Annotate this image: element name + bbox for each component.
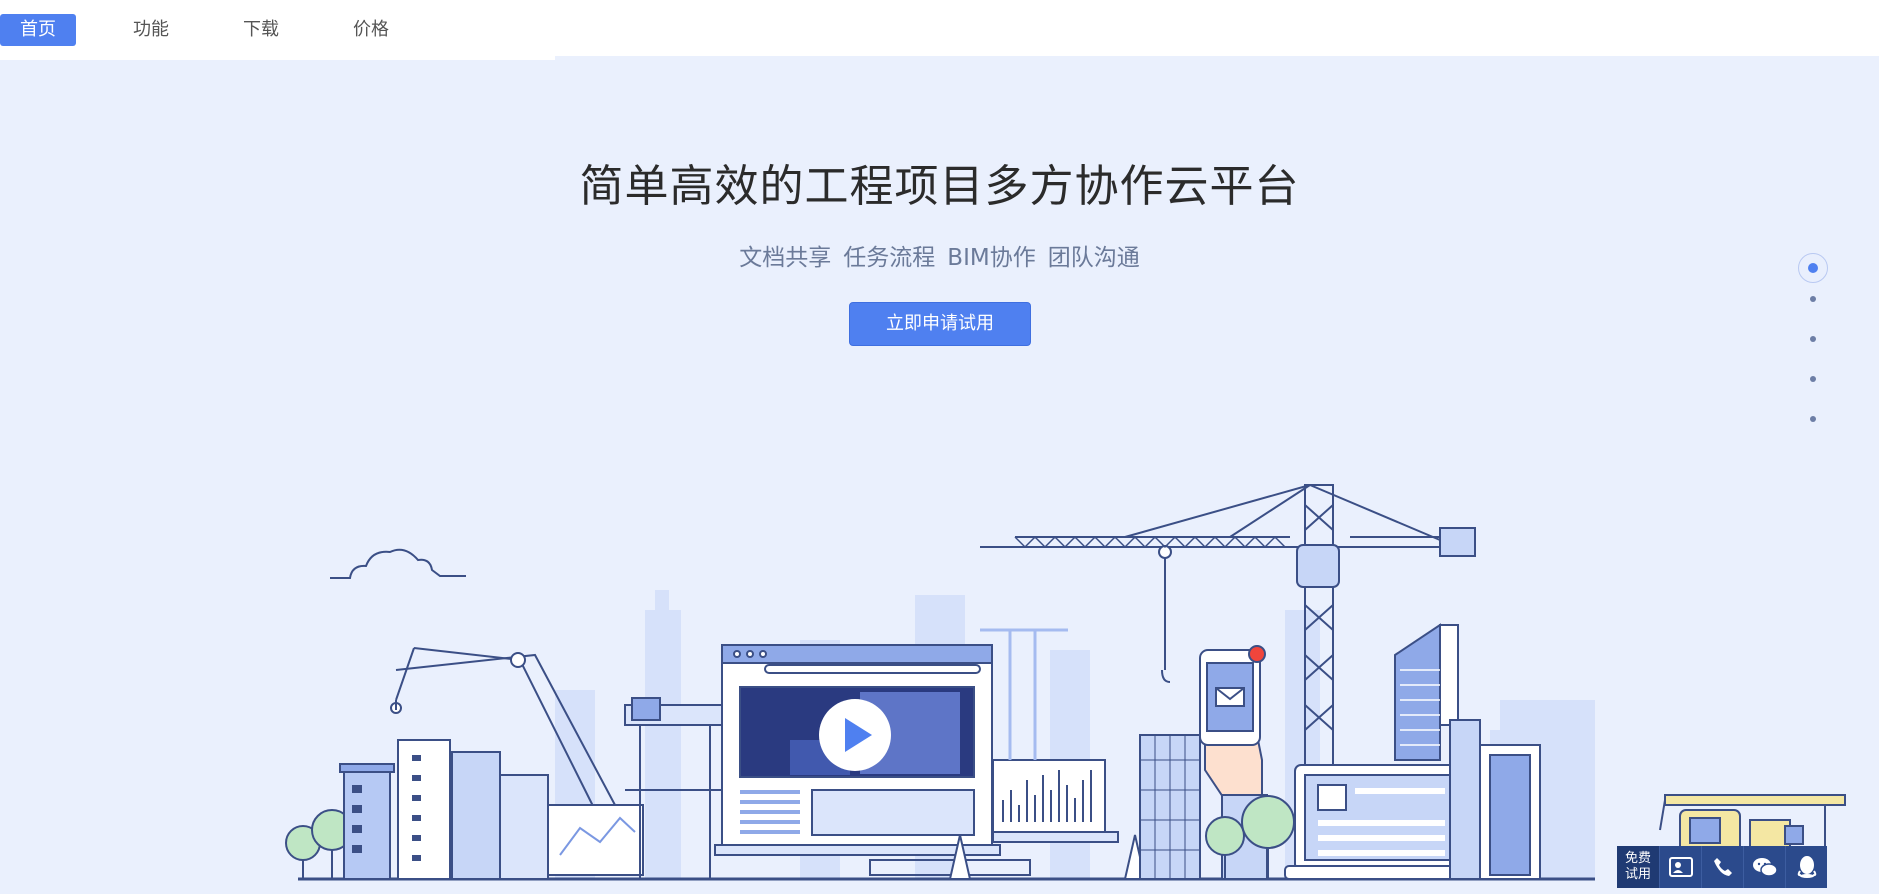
construction-illustration (285, 484, 1846, 881)
floating-contact-bar: 免费 试用 (1617, 846, 1827, 888)
nav-item-download[interactable]: 下载 (223, 14, 299, 46)
pager-dot-4[interactable] (1810, 376, 1816, 382)
feature-team-communication: 团队沟通 (1047, 245, 1140, 271)
feature-bim-collaboration: BIM协作 (947, 245, 1036, 271)
nav-item-home[interactable]: 首页 (0, 14, 76, 46)
hero-features: 文档共享 任务流程 BIM协作 团队沟通 (0, 238, 1879, 272)
nav-item-pricing[interactable]: 价格 (333, 14, 409, 46)
pager-dot-3[interactable] (1810, 336, 1816, 342)
contact-card-icon[interactable] (1659, 846, 1701, 888)
feature-task-workflow: 任务流程 (843, 245, 936, 271)
free-trial-line-1: 免费 (1624, 851, 1651, 866)
pager-dot-1[interactable] (1798, 253, 1828, 283)
top-nav: 首页 功能 下载 价格 (0, 0, 555, 60)
hero-title: 简单高效的工程项目多方协作云平台 (579, 161, 1300, 212)
feature-document-sharing: 文档共享 (739, 245, 832, 271)
pager-dot-5[interactable] (1810, 416, 1816, 422)
top-bar (555, 0, 1879, 56)
phone-icon[interactable] (1701, 846, 1743, 888)
pager-dot-2[interactable] (1810, 296, 1816, 302)
qq-icon[interactable] (1785, 846, 1827, 888)
free-trial-line-2: 试用 (1624, 867, 1651, 882)
apply-trial-button[interactable]: 立即申请试用 (849, 302, 1031, 346)
free-trial-button[interactable]: 免费 试用 (1617, 846, 1659, 888)
wechat-icon[interactable] (1743, 846, 1785, 888)
nav-item-features[interactable]: 功能 (113, 14, 189, 46)
